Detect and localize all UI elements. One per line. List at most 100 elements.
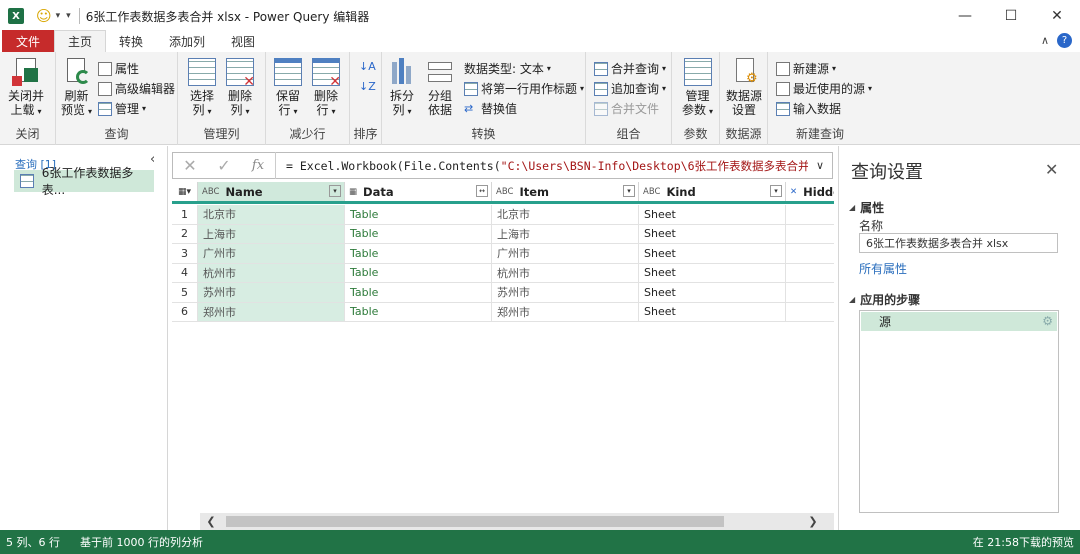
table-type-icon[interactable]: ▦	[349, 187, 357, 197]
remove-columns-button[interactable]: 删除 列▾	[226, 58, 255, 119]
recent-sources-button[interactable]: 最近使用的源 ▾	[776, 80, 872, 97]
cell-item[interactable]: 苏州市	[492, 283, 639, 303]
cell-hidden[interactable]	[786, 283, 834, 303]
filter-dropdown-icon[interactable]: ▾	[329, 185, 341, 197]
cell-kind[interactable]: Sheet	[639, 205, 786, 225]
row-number[interactable]: 4	[172, 263, 198, 283]
tab-add-column[interactable]: 添加列	[156, 30, 218, 52]
query-list-item[interactable]: 6张工作表数据多表...	[14, 166, 154, 197]
replace-values-button[interactable]: ⇄ 替换值	[464, 100, 517, 117]
scroll-left-icon[interactable]: ❮	[200, 515, 222, 528]
scrollbar-thumb[interactable]	[226, 516, 724, 527]
sort-ascending-icon[interactable]: ↓A	[359, 60, 376, 73]
smiley-feedback-icon[interactable]: ☺	[36, 7, 52, 25]
cell-item[interactable]: 上海市	[492, 224, 639, 244]
cell-item[interactable]: 北京市	[492, 205, 639, 225]
data-type-dropdown[interactable]: 数据类型: 文本 ▾	[464, 60, 551, 77]
cell-hidden[interactable]	[786, 303, 834, 322]
split-column-button[interactable]: 拆分 列 ▾	[388, 58, 416, 119]
cell-kind[interactable]: Sheet	[639, 283, 786, 303]
advanced-editor-button[interactable]: 高级编辑器	[98, 80, 175, 97]
use-first-row-headers-button[interactable]: 将第一行用作标题 ▾	[464, 80, 584, 97]
text-type-icon[interactable]: ABC	[202, 187, 219, 197]
row-number[interactable]: 3	[172, 244, 198, 264]
tab-view[interactable]: 视图	[218, 30, 268, 52]
column-header-data[interactable]: ▦ Data ↔	[345, 182, 492, 201]
remove-rows-button[interactable]: 删除 行▾	[312, 58, 341, 119]
cell-item[interactable]: 杭州市	[492, 263, 639, 283]
properties-button[interactable]: 属性	[98, 60, 139, 77]
cell-data-table-link[interactable]: Table	[345, 224, 492, 244]
row-number[interactable]: 2	[172, 224, 198, 244]
choose-columns-button[interactable]: 选择 列 ▾	[188, 58, 216, 119]
cell-name[interactable]: 苏州市	[198, 283, 345, 303]
cell-data-table-link[interactable]: Table	[345, 244, 492, 264]
group-by-button[interactable]: 分组 依据	[426, 58, 454, 117]
cell-name[interactable]: 北京市	[198, 205, 345, 225]
cell-hidden[interactable]	[786, 205, 834, 225]
cell-hidden[interactable]	[786, 264, 834, 283]
new-source-button[interactable]: 新建源 ▾	[776, 60, 836, 77]
cell-kind[interactable]: Sheet	[639, 302, 786, 322]
cell-kind[interactable]: Sheet	[639, 244, 786, 264]
chevron-down-icon[interactable]: ▾	[56, 11, 61, 21]
refresh-preview-button[interactable]: 刷新 预览 ▾	[61, 58, 92, 119]
close-pane-icon[interactable]: ✕	[1045, 160, 1058, 179]
table-corner-menu[interactable]: ▦▾	[172, 182, 198, 201]
filter-dropdown-icon[interactable]: ▾	[623, 185, 635, 197]
gear-icon[interactable]: ⚙	[1042, 314, 1053, 328]
all-properties-link[interactable]: 所有属性	[859, 260, 907, 277]
cell-kind[interactable]: Sheet	[639, 263, 786, 283]
query-name-input[interactable]: 6张工作表数据多表合并 xlsx	[859, 233, 1058, 253]
cell-name[interactable]: 上海市	[198, 224, 345, 244]
quick-access-toolbar[interactable]: ☺ ▾ ▾	[36, 7, 77, 25]
cell-hidden[interactable]	[786, 225, 834, 244]
horizontal-scrollbar[interactable]: ❮ ❯	[200, 513, 834, 530]
cell-data-table-link[interactable]: Table	[345, 263, 492, 283]
combine-files-button[interactable]: 合并文件	[594, 100, 659, 117]
column-profiling-status[interactable]: 基于前 1000 行的列分析	[80, 534, 203, 550]
row-number[interactable]: 5	[172, 283, 198, 303]
cancel-formula-button[interactable]: ✕	[173, 156, 207, 175]
close-and-load-button[interactable]: 关闭并 上载 ▾	[8, 58, 44, 119]
customize-qat-icon[interactable]: ▾	[66, 11, 71, 21]
sort-descending-icon[interactable]: ↓Z	[359, 80, 376, 93]
expand-formula-icon[interactable]: ∨	[808, 159, 832, 172]
tab-transform[interactable]: 转换	[106, 30, 156, 52]
confirm-formula-button[interactable]: ✓	[207, 156, 241, 175]
data-source-settings-button[interactable]: ⚙ 数据源 设置	[726, 58, 762, 117]
collapse-ribbon-icon[interactable]: ∧	[1041, 34, 1049, 47]
column-header-name[interactable]: ABC Name ▾	[198, 182, 345, 201]
minimize-button[interactable]: —	[942, 0, 988, 32]
cell-name[interactable]: 杭州市	[198, 263, 345, 283]
cell-data-table-link[interactable]: Table	[345, 205, 492, 225]
keep-rows-button[interactable]: 保留 行 ▾	[274, 58, 302, 119]
collapse-triangle-icon[interactable]: ◢	[849, 203, 855, 212]
merge-queries-button[interactable]: 合并查询 ▾	[594, 60, 666, 77]
enter-data-button[interactable]: 输入数据	[776, 100, 841, 117]
cell-name[interactable]: 广州市	[198, 244, 345, 264]
cell-hidden[interactable]	[786, 244, 834, 264]
manage-parameters-button[interactable]: 管理 参数 ▾	[682, 58, 713, 119]
column-header-hidden[interactable]: ✕ Hidde	[786, 182, 834, 201]
scroll-right-icon[interactable]: ❯	[802, 515, 824, 528]
cell-item[interactable]: 郑州市	[492, 302, 639, 322]
cell-item[interactable]: 广州市	[492, 244, 639, 264]
column-header-kind[interactable]: ABC Kind ▾	[639, 182, 786, 201]
applied-step-item[interactable]: 源 ⚙	[861, 312, 1057, 331]
filter-dropdown-icon[interactable]: ▾	[770, 185, 782, 197]
tab-file[interactable]: 文件	[2, 30, 54, 52]
formula-input[interactable]: = Excel.Workbook(File.Contents("C:\Users…	[276, 158, 808, 174]
logical-type-icon[interactable]: ✕	[790, 187, 797, 197]
cell-data-table-link[interactable]: Table	[345, 283, 492, 303]
cell-kind[interactable]: Sheet	[639, 224, 786, 244]
collapse-triangle-icon[interactable]: ◢	[849, 295, 855, 304]
row-number[interactable]: 1	[172, 205, 198, 225]
column-header-item[interactable]: ABC Item ▾	[492, 182, 639, 201]
text-type-icon[interactable]: ABC	[643, 187, 660, 197]
append-queries-button[interactable]: 追加查询 ▾	[594, 80, 666, 97]
help-icon[interactable]: ?	[1057, 33, 1072, 48]
properties-section-header[interactable]: ◢ 属性	[849, 199, 884, 216]
close-window-button[interactable]: ✕	[1034, 0, 1080, 32]
row-number[interactable]: 6	[172, 302, 198, 322]
